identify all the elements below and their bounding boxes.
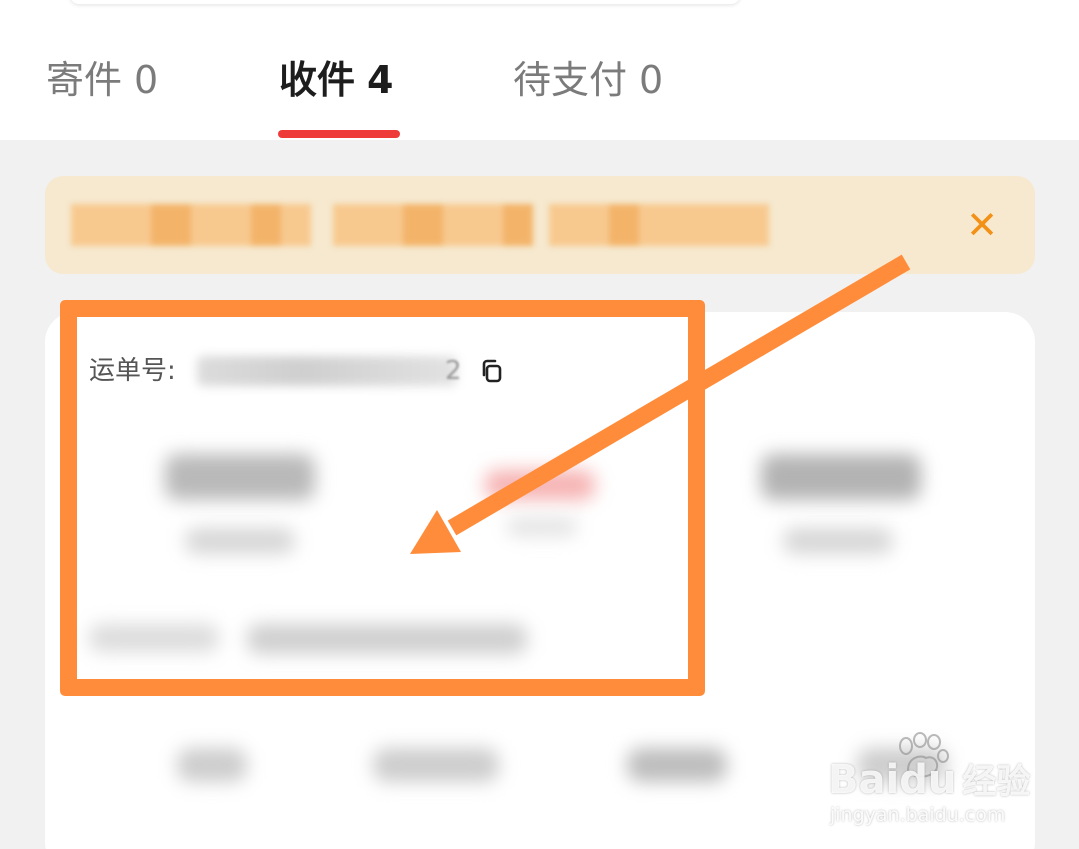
notice-banner: ✕: [45, 176, 1035, 274]
tab-receive[interactable]: 收件 4: [279, 54, 393, 106]
tab-receive-label: 收件: [279, 58, 356, 102]
tab-send-label: 寄件: [46, 58, 123, 102]
search-bar-edge[interactable]: [70, 0, 740, 4]
action-button-1-blurred[interactable]: [177, 748, 247, 782]
watermark-brand-a: Bai: [828, 757, 900, 803]
tab-pending-payment[interactable]: 待支付 0: [513, 54, 663, 106]
action-button-2-blurred[interactable]: [373, 748, 499, 782]
watermark-brand-b: du: [899, 757, 957, 803]
destination-city-blurred: [761, 454, 921, 500]
action-button-3-blurred[interactable]: [627, 748, 727, 782]
watermark-brand: Baidu 经验: [828, 758, 1030, 804]
tab-pending-payment-count: 0: [639, 58, 664, 102]
watermark-url: jingyan.baidu.com: [830, 804, 1006, 826]
watermark-brand-cn: 经验: [962, 762, 1031, 802]
tab-pending-payment-label: 待支付: [513, 58, 628, 102]
tab-receive-count: 4: [367, 58, 394, 102]
receiver-name-blurred: [783, 528, 893, 554]
annotation-highlight-box: [60, 300, 705, 696]
tab-bar: 寄件 0 收件 4 待支付 0: [0, 0, 1079, 140]
baidu-jingyan-watermark: Baidu 经验 jingyan.baidu.com: [828, 732, 1038, 832]
active-tab-indicator: [278, 130, 400, 138]
tab-send[interactable]: 寄件 0: [46, 54, 158, 106]
tab-send-count: 0: [134, 58, 159, 102]
close-icon[interactable]: ✕: [965, 202, 999, 248]
notice-text-blurred: [71, 204, 801, 246]
